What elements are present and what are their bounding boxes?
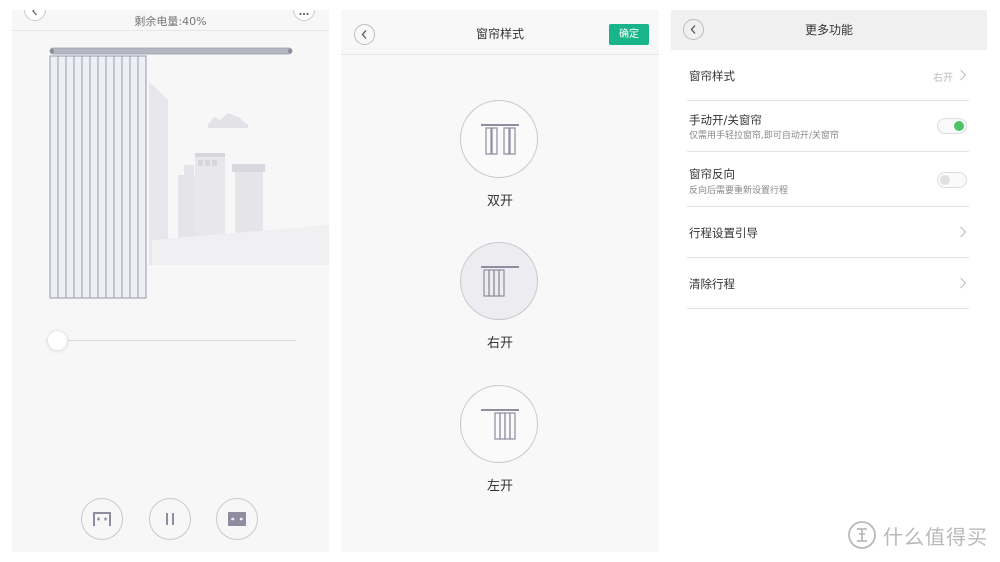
setting-subtitle: 反向后需要重新设置行程 [689, 186, 789, 196]
style-option-double[interactable]: 双开 [460, 100, 540, 209]
setting-value: 右开 [933, 73, 953, 84]
style-option-circle[interactable] [460, 242, 538, 320]
city-skyline-illustration [149, 82, 329, 265]
style-option-label: 左开 [486, 479, 513, 494]
setting-title: 手动开/关窗帘 [689, 113, 762, 127]
curtain-left-open-icon [481, 409, 519, 440]
zhi-badge-logo [848, 521, 876, 549]
style-option-circle[interactable] [460, 100, 538, 178]
style-option-left[interactable]: 左开 [460, 385, 540, 494]
curtain-position-slider-knob[interactable] [47, 330, 68, 351]
setting-row-travel-guide[interactable]: 行程设置引导 [687, 206, 969, 258]
curtain-control-screen: 剩余电量:40% [12, 10, 329, 552]
open-curtain-button[interactable] [81, 498, 123, 540]
pause-icon [166, 513, 174, 525]
curtain-position-slider-track[interactable] [46, 340, 296, 341]
setting-row-curtain-style[interactable]: 窗帘样式 右开 [687, 50, 969, 101]
style-option-label: 双开 [486, 194, 513, 209]
setting-subtitle: 仅需用手轻拉窗帘,即可自动开/关窗帘 [689, 131, 839, 141]
more-header: 更多功能 [671, 10, 987, 50]
curtain-illustration [49, 47, 329, 299]
reverse-toggle[interactable] [937, 172, 967, 188]
style-option-circle[interactable] [460, 385, 538, 463]
chevron-right-icon [959, 226, 967, 238]
curtain-rail [49, 47, 293, 55]
watermark-text: 什么值得买 [883, 524, 988, 549]
style-header: 窗帘样式 确定 [341, 10, 659, 55]
toggle-knob [954, 121, 964, 131]
setting-title: 窗帘样式 [689, 69, 735, 83]
pause-button[interactable] [149, 498, 191, 540]
curtain-right-open-icon [481, 266, 519, 297]
toggle-knob [940, 175, 950, 185]
setting-row-reverse[interactable]: 窗帘反向 反向后需要重新设置行程 [687, 151, 969, 207]
curtain-double-open-icon [481, 124, 519, 155]
curtain-style-screen: 窗帘样式 确定 双开 右开 左开 [341, 10, 659, 552]
style-option-label: 右开 [486, 336, 513, 351]
settings-list: 窗帘样式 右开 手动开/关窗帘 仅需用手轻拉窗帘,即可自动开/关窗帘 窗帘反向 … [671, 50, 987, 552]
curtain-open-icon [93, 512, 111, 526]
manual-open-toggle[interactable] [937, 118, 967, 134]
chevron-right-icon [959, 69, 967, 81]
setting-title: 行程设置引导 [689, 226, 758, 240]
setting-title: 窗帘反向 [689, 167, 735, 181]
setting-row-manual-open[interactable]: 手动开/关窗帘 仅需用手轻拉窗帘,即可自动开/关窗帘 [687, 100, 969, 152]
watermark: 什么值得买 [847, 520, 988, 550]
page-title: 更多功能 [804, 23, 853, 37]
setting-title: 清除行程 [689, 277, 735, 291]
confirm-button[interactable]: 确定 [609, 24, 649, 45]
more-functions-screen: 更多功能 窗帘样式 右开 手动开/关窗帘 仅需用手轻拉窗帘,即可自动开/关窗帘 … [671, 10, 987, 552]
setting-row-clear-travel[interactable]: 清除行程 [687, 257, 969, 309]
close-curtain-button[interactable] [216, 498, 258, 540]
style-option-right[interactable]: 右开 [460, 242, 540, 351]
chevron-right-icon [959, 277, 967, 289]
curtain-panels [49, 55, 147, 299]
curtain-close-icon [228, 512, 246, 526]
